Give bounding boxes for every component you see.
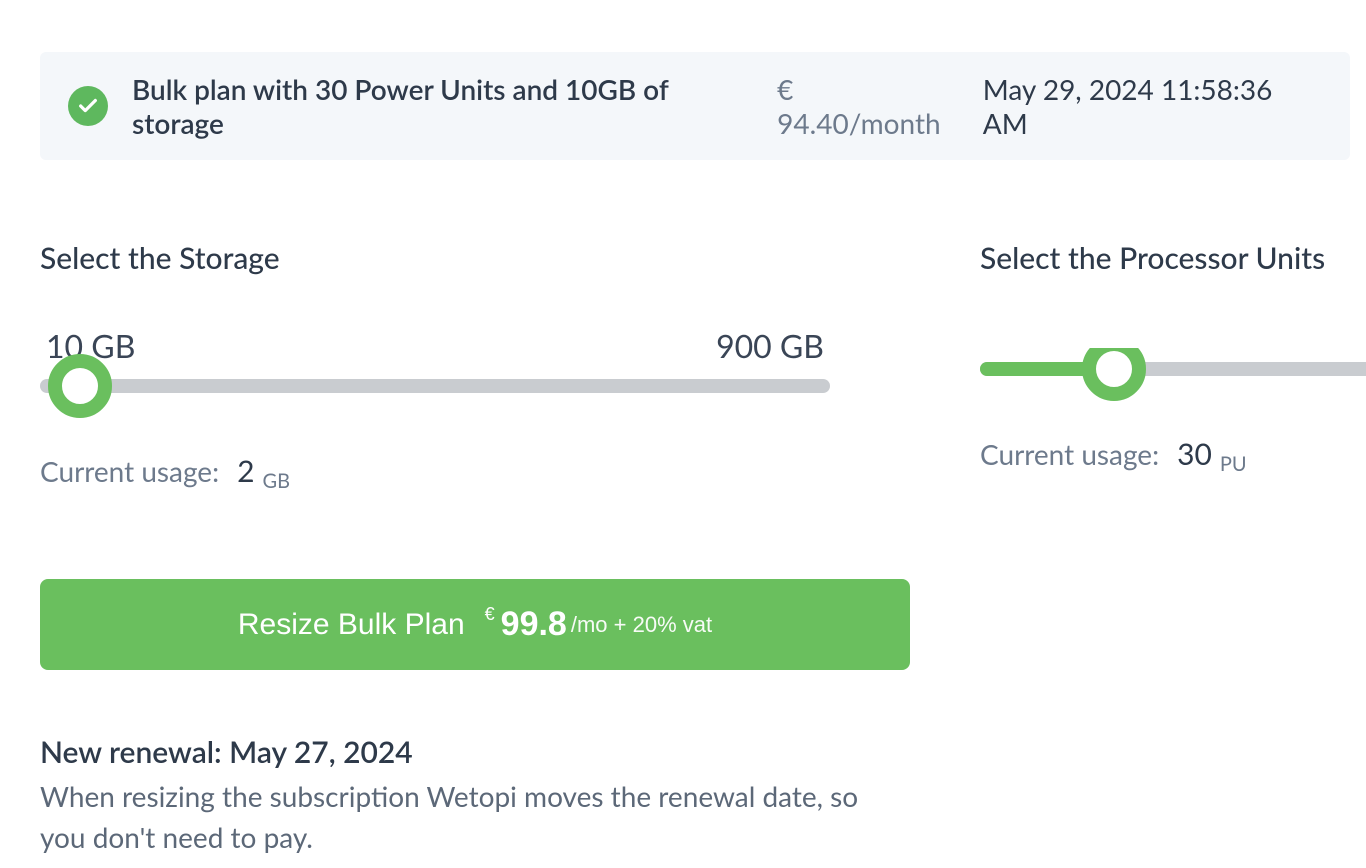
renewal-block: New renewal: May 27, 2024 When resizing … (40, 734, 910, 857)
storage-slider-labels: 10 GB 900 GB (40, 326, 830, 365)
storage-slider-thumb[interactable] (48, 354, 112, 418)
plan-banner-price: € 94.40/month (777, 72, 959, 140)
renewal-title: New renewal: May 27, 2024 (40, 734, 910, 770)
pu-usage-value: 30 (1177, 436, 1212, 472)
plan-banner: Bulk plan with 30 Power Units and 10GB o… (40, 52, 1350, 160)
pu-section-title: Select the Processor Units (980, 240, 1366, 276)
pu-slider[interactable] (980, 362, 1366, 376)
resize-button-label: Resize Bulk Plan (238, 608, 465, 642)
storage-usage: Current usage: 2 GB (40, 453, 830, 489)
storage-max-label: 900 GB (716, 326, 824, 365)
checkmark-icon (68, 86, 108, 126)
resize-button-suffix: /mo + 20% vat (571, 612, 712, 638)
storage-usage-value: 2 (237, 453, 254, 489)
plan-banner-title: Bulk plan with 30 Power Units and 10GB o… (132, 72, 749, 140)
plan-banner-date: May 29, 2024 11:58:36 AM (983, 72, 1322, 140)
pu-usage: Current usage: 30 PU (980, 436, 1366, 472)
storage-slider[interactable] (40, 379, 830, 393)
pu-usage-unit: PU (1220, 452, 1247, 476)
pu-slider-thumb[interactable] (1082, 348, 1146, 401)
resize-button-currency: € (485, 604, 495, 625)
renewal-text: When resizing the subscription Wetopi mo… (40, 776, 910, 857)
storage-usage-unit: GB (263, 469, 291, 493)
resize-button-price: 99.8 (501, 605, 567, 644)
resize-plan-button[interactable]: Resize Bulk Plan € 99.8 /mo + 20% vat (40, 579, 910, 670)
pu-usage-label: Current usage: (980, 437, 1159, 471)
storage-usage-label: Current usage: (40, 454, 219, 488)
storage-section-title: Select the Storage (40, 240, 830, 276)
